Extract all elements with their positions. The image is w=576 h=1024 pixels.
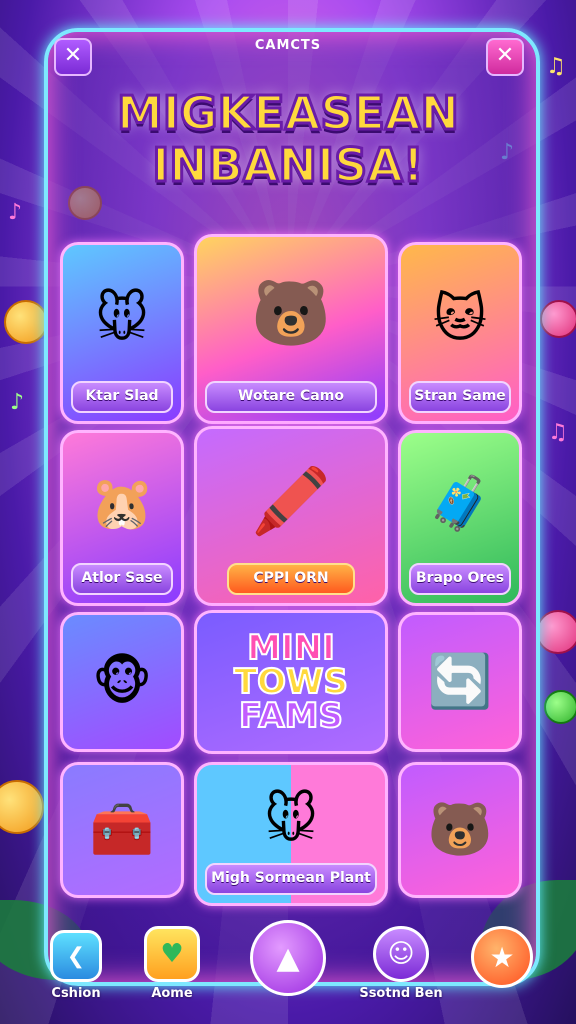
music-note-icon: ♪ [8, 200, 23, 225]
nav-item-star[interactable]: ★ [466, 926, 538, 988]
game-title-line1: MIGKEASEAN [116, 85, 461, 142]
coin-decoration [536, 610, 576, 654]
game-tile-1[interactable]: 🐭 Ktar Slad [60, 242, 184, 424]
game-tile-11[interactable]: 🐭 Migh Sormean Plant [194, 762, 388, 906]
nav-item-home[interactable]: ♥ Aome [136, 926, 208, 1001]
bear-character-icon: 🐻 [251, 277, 331, 352]
nav-item-back[interactable]: ❮ Cshion [40, 930, 112, 1001]
tile-label: CPPI ORN [227, 563, 355, 595]
crayon-icon: 🖍️ [251, 465, 331, 540]
bear-character-icon: 🐻 [427, 800, 493, 860]
nav-label: Cshion [51, 986, 101, 1001]
nav-label: Aome [151, 986, 193, 1001]
game-tile-3[interactable]: 🐱 Stran Same [398, 242, 522, 424]
heart-icon: ♥ [144, 926, 200, 982]
coin-decoration [540, 300, 576, 338]
game-tile-10[interactable]: 🧰 [60, 762, 184, 898]
mini-logo-line2: TOWS [233, 662, 349, 702]
play-icon: ▲ [250, 920, 326, 996]
toolbox-icon: 🧰 [89, 800, 155, 860]
game-tile-5[interactable]: 🖍️ CPPI ORN [194, 426, 388, 606]
mini-logo: MINI TOWS FAMS [197, 628, 385, 736]
game-tile-7[interactable]: 🐵 [60, 612, 184, 752]
game-tile-2[interactable]: 🐻 Wotare Camo [194, 234, 388, 424]
nav-item-play[interactable]: ▲ [250, 920, 326, 996]
game-tile-12[interactable]: 🐻 [398, 762, 522, 898]
mouse-character-icon: 🐭 [94, 288, 150, 349]
monkey-character-icon: 🐵 [91, 652, 153, 712]
coin-decoration [4, 300, 48, 344]
cat-character-icon: 🐱 [432, 288, 488, 349]
music-note-icon: ♫ [548, 420, 568, 445]
tile-label: Ktar Slad [71, 381, 173, 413]
music-note-icon: ♫ [546, 54, 566, 79]
game-tile-6[interactable]: 🧳 Brapo Ores [398, 430, 522, 606]
back-arrow-icon: ❮ [50, 930, 102, 982]
game-tile-4[interactable]: 🐹 Atlor Sase [60, 430, 184, 606]
suitcase-icon: 🧳 [427, 474, 493, 535]
mini-logo-line1: MINI [246, 628, 336, 668]
mini-logo-line3: FAMS [238, 696, 344, 736]
star-icon: ★ [471, 926, 533, 988]
top-label: CAMCTS [254, 38, 322, 53]
coin-decoration [544, 690, 576, 724]
game-tile-9[interactable]: 🔄 [398, 612, 522, 752]
tile-label: Migh Sormean Plant [205, 863, 377, 895]
tile-label: Stran Same [409, 381, 511, 413]
nav-label: Ssotnd Ben [359, 986, 443, 1001]
hamster-character-icon: 🐹 [89, 474, 155, 535]
nav-item-profile[interactable]: ☺ Ssotnd Ben [356, 926, 446, 1001]
tile-label: Wotare Camo [205, 381, 377, 413]
tile-label: Brapo Ores [409, 563, 511, 595]
game-tile-mini-logo[interactable]: MINI TOWS FAMS [194, 610, 388, 754]
profile-icon: ☺ [373, 926, 429, 982]
music-note-icon: ♪ [10, 390, 25, 415]
mouse-character-icon: 🐭 [263, 790, 319, 851]
tile-label: Atlor Sase [71, 563, 173, 595]
game-title-line2: INBANISA! [151, 137, 426, 194]
refresh-icon: 🔄 [427, 652, 493, 712]
